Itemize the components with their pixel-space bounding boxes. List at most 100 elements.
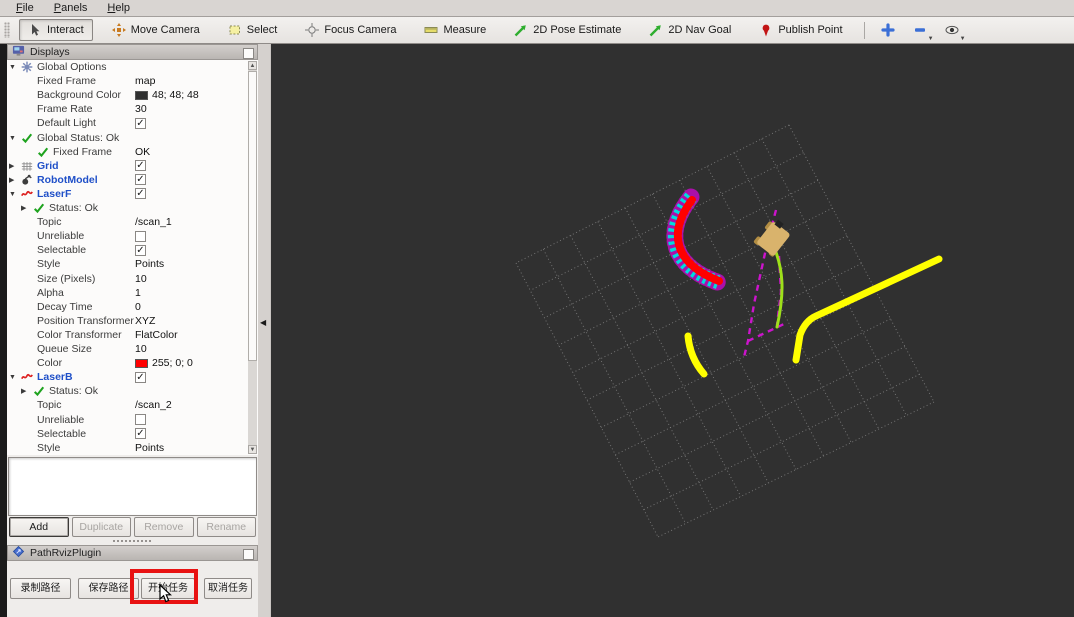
unchecked-checkbox[interactable] [135, 414, 146, 425]
expand-icon[interactable]: ▶ [21, 202, 26, 216]
toolbar-grip[interactable] [4, 22, 10, 38]
remove-tool-button[interactable]: ▼ [907, 20, 934, 42]
plugin-float-button[interactable] [243, 548, 254, 560]
tool-2d-nav-goal[interactable]: 2D Nav Goal [640, 19, 740, 41]
tree-row-laserb[interactable]: ▼ LaserB ✓ [7, 370, 247, 384]
checked-checkbox[interactable]: ✓ [135, 244, 146, 256]
tree-row-topic[interactable]: Topic/scan_2 [7, 398, 247, 412]
plugin-button-1[interactable]: 录制路径 [10, 578, 71, 599]
tree-row-frame-rate[interactable]: Frame Rate 30 [7, 102, 247, 116]
expand-icon[interactable]: ▶ [9, 160, 14, 174]
property-value[interactable]: 1 [135, 286, 141, 300]
displays-float-button[interactable] [243, 47, 254, 59]
expand-icon[interactable]: ▶ [21, 385, 26, 399]
property-value[interactable]: 255; 0; 0 [135, 356, 193, 370]
displays-panel-header[interactable]: Displays [7, 44, 258, 60]
property-value[interactable] [135, 413, 146, 427]
tool-2d-pose-estimate[interactable]: 2D Pose Estimate [505, 19, 630, 41]
property-value[interactable]: 30 [135, 102, 147, 116]
menu-item-panels[interactable]: Panels [46, 1, 96, 16]
menu-item-help[interactable]: Help [99, 1, 138, 16]
property-value[interactable]: 48; 48; 48 [135, 88, 199, 102]
collapse-icon[interactable]: ▼ [9, 371, 16, 385]
property-value[interactable]: map [135, 74, 155, 88]
tree-row-unreliable[interactable]: Unreliable [7, 229, 247, 243]
tree-row-laserf[interactable]: ▼ LaserF ✓ [7, 187, 247, 201]
collapse-icon[interactable]: ▼ [9, 61, 16, 75]
property-value[interactable]: Points [135, 257, 164, 271]
tree-row-status-ok[interactable]: ▶ Status: Ok [7, 201, 247, 215]
3d-viewport[interactable] [270, 44, 1074, 617]
tree-row-background-color[interactable]: Background Color 48; 48; 48 [7, 88, 247, 102]
plugin-button-3[interactable]: 开始任务 [141, 578, 195, 599]
property-value[interactable]: Points [135, 441, 164, 455]
panel-splitter-handle[interactable] [112, 539, 152, 543]
property-value[interactable] [135, 229, 146, 243]
tool-interact[interactable]: Interact [19, 19, 93, 41]
property-value[interactable]: FlatColor [135, 328, 178, 342]
property-value[interactable]: 10 [135, 272, 147, 286]
property-value[interactable]: ✓ [135, 243, 146, 257]
tree-scrollbar[interactable]: ▲ ▼ [248, 61, 257, 454]
collapse-panel-icon[interactable]: ◀ [260, 318, 266, 327]
tool-focus-camera[interactable]: Focus Camera [296, 19, 405, 41]
property-value[interactable]: ✓ [135, 187, 146, 201]
tree-row-global-options[interactable]: ▼ Global Options [7, 60, 247, 74]
tree-row-alpha[interactable]: Alpha 1 [7, 286, 247, 300]
checked-checkbox[interactable]: ✓ [135, 174, 146, 186]
plugin-button-2[interactable]: 保存路径 [78, 578, 139, 599]
color-swatch[interactable] [135, 90, 148, 100]
property-value[interactable]: ✓ [135, 159, 146, 173]
property-value[interactable]: ✓ [135, 116, 146, 130]
tree-row-unreliable[interactable]: Unreliable [7, 413, 247, 427]
property-value[interactable]: ✓ [135, 173, 146, 187]
plugin-panel-header[interactable]: PathRvizPlugin [7, 545, 258, 561]
property-value[interactable]: ✓ [135, 370, 146, 384]
checked-checkbox[interactable]: ✓ [135, 428, 146, 440]
tree-row-topic[interactable]: Topic/scan_1 [7, 215, 247, 229]
tree-row-color[interactable]: Color 255; 0; 0 [7, 356, 247, 370]
scroll-down-icon[interactable]: ▼ [248, 445, 257, 454]
tool-move-camera[interactable]: Move Camera [103, 19, 209, 41]
property-value[interactable]: 10 [135, 342, 147, 356]
tree-row-status-ok[interactable]: ▶ Status: Ok [7, 384, 247, 398]
scroll-up-icon[interactable]: ▲ [248, 61, 257, 70]
tool-select[interactable]: Select [219, 19, 287, 41]
property-value[interactable]: OK [135, 145, 150, 159]
tree-row-grid[interactable]: ▶ Grid ✓ [7, 159, 247, 173]
tree-row-fixed-frame[interactable]: Fixed Frame map [7, 74, 247, 88]
tree-row-queue-size[interactable]: Queue Size 10 [7, 342, 247, 356]
tree-row-style[interactable]: Style Points [7, 441, 247, 455]
property-value[interactable]: /scan_1 [135, 215, 172, 229]
tool-measure[interactable]: Measure [415, 19, 495, 41]
unchecked-checkbox[interactable] [135, 230, 146, 242]
plugin-button-4[interactable]: 取消任务 [204, 578, 252, 599]
collapse-icon[interactable]: ▼ [9, 188, 16, 202]
menu-item-file[interactable]: File [8, 1, 42, 16]
tree-row-fixed-frame[interactable]: Fixed Frame OK [7, 145, 247, 159]
rename-button[interactable]: Rename [196, 517, 256, 537]
tree-row-size-pixels-[interactable]: Size (Pixels) 10 [7, 272, 247, 286]
add-tool-button[interactable] [875, 20, 901, 40]
tree-row-selectable[interactable]: Selectable ✓ [7, 243, 247, 257]
tree-row-selectable[interactable]: Selectable ✓ [7, 427, 247, 441]
tree-row-robotmodel[interactable]: ▶ RobotModel ✓ [7, 173, 247, 187]
tree-row-color-transformer[interactable]: Color Transformer FlatColor [7, 328, 247, 342]
property-value[interactable]: 0 [135, 300, 141, 314]
tree-row-decay-time[interactable]: Decay Time 0 [7, 300, 247, 314]
tool-publish-point[interactable]: Publish Point [750, 19, 851, 41]
collapse-icon[interactable]: ▼ [9, 132, 16, 146]
duplicate-button[interactable]: Duplicate [71, 517, 131, 537]
checked-checkbox[interactable]: ✓ [135, 117, 146, 129]
tree-row-position-transformer[interactable]: Position Transformer XYZ [7, 314, 247, 328]
tree-row-global-status-ok[interactable]: ▼ Global Status: Ok [7, 131, 247, 145]
checked-checkbox[interactable]: ✓ [135, 160, 146, 172]
property-value[interactable]: ✓ [135, 427, 146, 441]
expand-icon[interactable]: ▶ [9, 174, 14, 188]
tree-row-default-light[interactable]: Default Light ✓ [7, 116, 247, 130]
add-button[interactable]: Add [9, 517, 69, 537]
panel-view-splitter[interactable]: ◀ [258, 44, 270, 617]
remove-button[interactable]: Remove [134, 517, 194, 537]
color-swatch[interactable] [135, 358, 148, 368]
visibility-tool-button[interactable]: ▼ [939, 20, 966, 42]
